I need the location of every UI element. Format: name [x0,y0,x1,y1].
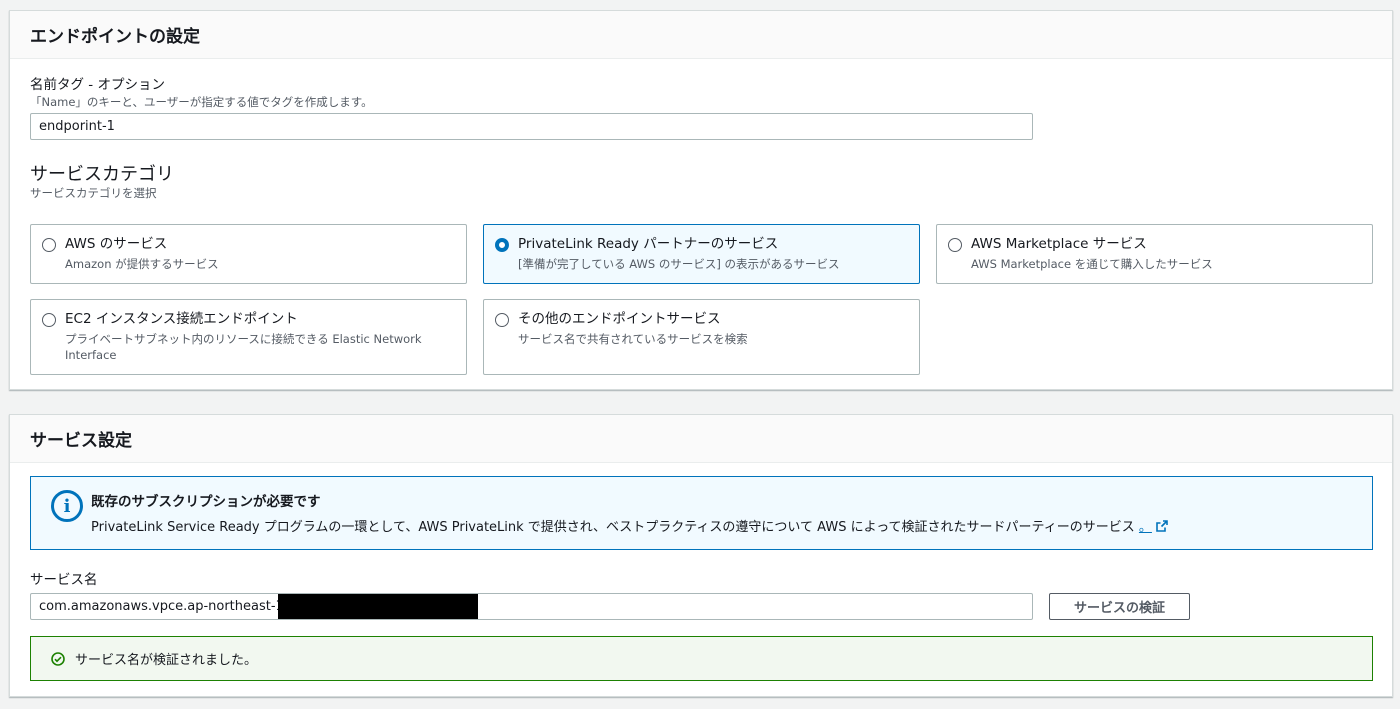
radio-button[interactable] [42,313,56,327]
service-name-input[interactable]: com.amazonaws.vpce.ap-northeast-1. [30,593,1033,620]
category-tile-title: その他のエンドポイントサービス [518,311,721,327]
endpoint-settings-panel: エンドポイントの設定 名前タグ - オプション 「Name」のキーと、ユーザーが… [9,10,1393,390]
category-tile-title: PrivateLink Ready パートナーのサービス [518,236,779,252]
name-tag-description: 「Name」のキーと、ユーザーが指定する値でタグを作成します。 [30,95,373,109]
info-alert-text: PrivateLink Service Ready プログラムの一環として、AW… [91,520,1135,535]
radio-button[interactable] [42,238,56,252]
name-tag-input[interactable]: endporint-1 [30,113,1033,140]
success-alert-text: サービス名が検証されました。 [75,653,258,668]
service-category-description: サービスカテゴリを選択 [30,186,157,200]
category-tile-ec2-instance-connect[interactable]: EC2 インスタンス接続エンドポイント プライベートサブネット内のリソースに接続… [30,299,467,375]
subscription-info-alert: i 既存のサブスクリプションが必要です PrivateLink Service … [30,476,1373,550]
service-name-label: サービス名 [30,572,98,588]
info-alert-title: 既存のサブスクリプションが必要です [91,494,321,510]
category-tile-description: AWS Marketplace を通じて購入したサービス [971,257,1213,271]
category-tile-other-endpoint-services[interactable]: その他のエンドポイントサービス サービス名で共有されているサービスを検索 [483,299,920,375]
radio-button[interactable] [495,313,509,327]
learn-more-link-text: 。 [1138,520,1152,535]
category-tile-title: AWS のサービス [65,236,168,252]
service-name-value: com.amazonaws.vpce.ap-northeast-1. [39,599,288,614]
category-tile-privatelink-ready[interactable]: PrivateLink Ready パートナーのサービス [準備が完了している … [483,224,920,284]
category-tile-description: Amazon が提供するサービス [65,257,219,271]
endpoint-settings-title: エンドポイントの設定 [30,27,200,47]
endpoint-settings-header: エンドポイントの設定 [10,11,1392,59]
learn-more-link[interactable]: 。 [1139,520,1168,535]
info-icon: i [51,490,83,522]
category-tile-aws-marketplace[interactable]: AWS Marketplace サービス AWS Marketplace を通じ… [936,224,1373,284]
service-settings-header: サービス設定 [10,415,1392,463]
category-tile-title: AWS Marketplace サービス [971,236,1147,252]
radio-button[interactable] [948,238,962,252]
category-tile-title: EC2 インスタンス接続エンドポイント [65,311,298,327]
check-circle-icon [51,651,65,666]
redaction-bar [278,594,478,619]
name-tag-label: 名前タグ - オプション [30,77,165,93]
category-tile-description: サービス名で共有されているサービスを検索 [518,332,748,346]
category-tile-description: [準備が完了している AWS のサービス] の表示があるサービス [518,257,840,271]
info-alert-body: PrivateLink Service Ready プログラムの一環として、AW… [91,516,1168,535]
service-settings-panel: サービス設定 i 既存のサブスクリプションが必要です PrivateLink S… [9,414,1393,697]
category-tile-aws-services[interactable]: AWS のサービス Amazon が提供するサービス [30,224,467,284]
radio-button-selected[interactable] [495,238,509,252]
name-tag-value: endporint-1 [39,119,115,134]
service-verified-alert: サービス名が検証されました。 [30,636,1373,681]
external-link-icon [1156,520,1168,532]
verify-service-button[interactable]: サービスの検証 [1049,593,1190,620]
category-tile-description: プライベートサブネット内のリソースに接続できる Elastic Network … [65,332,422,362]
service-category-title: サービスカテゴリ [30,164,174,185]
service-settings-title: サービス設定 [30,431,132,451]
